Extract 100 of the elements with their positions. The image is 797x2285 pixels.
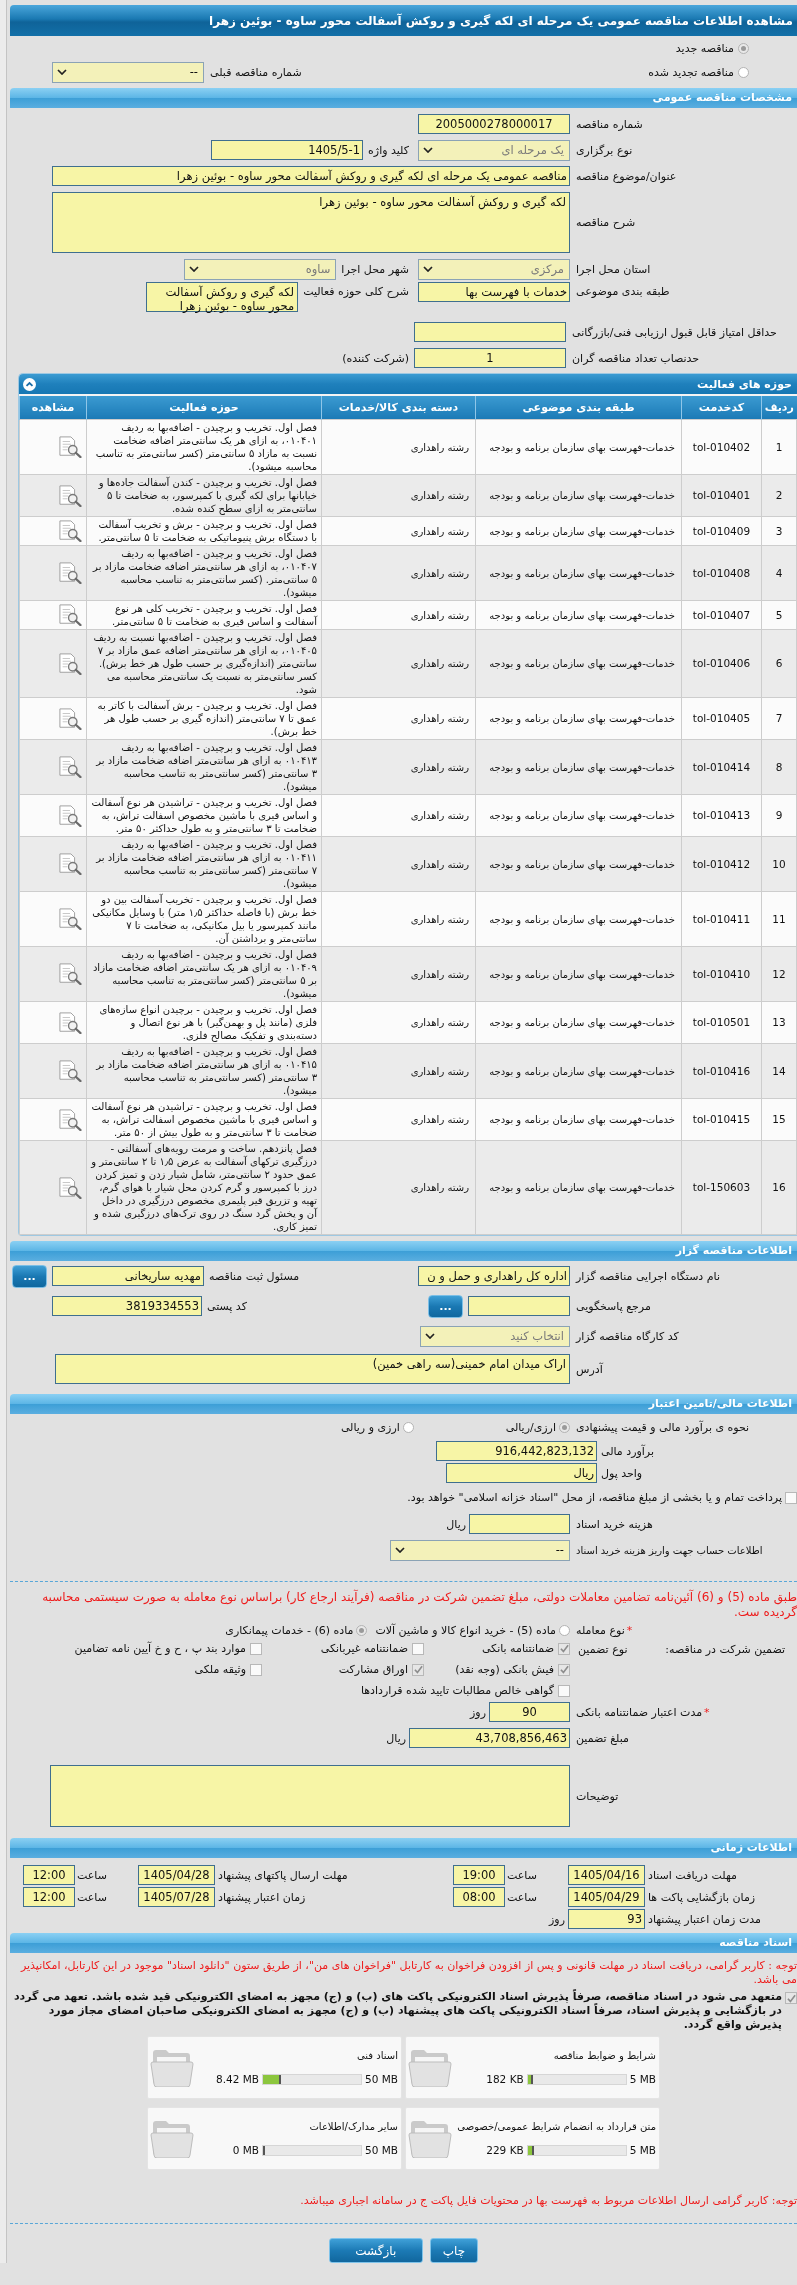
document-magnifier-icon[interactable]: [58, 520, 82, 542]
guarantee-validity-field[interactable]: 90: [489, 1702, 570, 1722]
document-magnifier-icon[interactable]: [58, 1176, 82, 1199]
service-code: tol-010408: [681, 545, 762, 601]
date-field[interactable]: 1405/07/28: [138, 1887, 215, 1907]
document-magnifier-icon[interactable]: [58, 436, 82, 458]
column-header: مشاهده: [19, 396, 87, 420]
classification-field[interactable]: خدمات با فهرست بها: [418, 282, 570, 302]
document-magnifier-icon[interactable]: [58, 604, 82, 626]
radio-button[interactable]: [559, 1421, 570, 1433]
action-button[interactable]: چاپ: [429, 2238, 479, 2263]
category-cell: رشته راهداری: [321, 516, 476, 546]
date-field[interactable]: 1405/04/28: [138, 1865, 215, 1885]
radio-button[interactable]: [738, 42, 749, 54]
document-magnifier-icon[interactable]: [58, 562, 82, 584]
document-magnifier-icon[interactable]: [58, 1108, 82, 1131]
row-number: 14: [761, 1043, 797, 1099]
keyword-field[interactable]: 1405/5-1: [211, 140, 364, 160]
time-field[interactable]: 12:00: [23, 1865, 75, 1885]
activity-cell: فصل اول. تخریب و برچیدن - برش و تخریب آسفالت با دستگاه برش پنیوماتیکی به ضخامت تا ۵ سانتی‌متر.: [86, 516, 322, 546]
notes-textarea[interactable]: [50, 1765, 570, 1827]
classification-cell: خدمات-فهرست بهای سازمان برنامه و بودجه: [475, 1043, 682, 1099]
document-magnifier-icon[interactable]: [58, 963, 82, 985]
action-button[interactable]: بازگشت: [328, 2238, 423, 2263]
radio-button[interactable]: [559, 1624, 570, 1636]
contact-reference-field[interactable]: [468, 1296, 570, 1316]
time-field[interactable]: 19:00: [453, 1865, 505, 1885]
field-label: شماره مناقصه: [576, 117, 643, 131]
category-cell: رشته راهداری: [321, 739, 476, 795]
checkbox[interactable]: [412, 1642, 424, 1655]
document-magnifier-icon[interactable]: [58, 652, 82, 675]
checkbox-label: گواهی خالص مطالبات تایید شده قراردادها: [360, 1684, 554, 1697]
category-cell: رشته راهداری: [321, 1098, 476, 1141]
guarantee-amount-field[interactable]: 43,708,856,463: [409, 1728, 570, 1748]
registrar-field[interactable]: مهدیه ساریخانی: [52, 1266, 204, 1286]
row-number: 13: [761, 1001, 797, 1044]
lookup-button[interactable]: ...: [12, 1264, 47, 1288]
document-magnifier-icon[interactable]: [58, 908, 82, 930]
column-header: کدخدمت: [681, 396, 762, 420]
agency-field[interactable]: اداره کل راهداری و حمل و ن: [418, 1266, 570, 1286]
time-field[interactable]: 12:00: [23, 1887, 75, 1907]
tender-number-field[interactable]: 2005000278000017: [418, 114, 570, 134]
date-field[interactable]: 1405/04/16: [568, 1865, 645, 1885]
activity-summary-textarea[interactable]: لکه گیری و روکش آسفالت محور ساوه - بوئین زهرا: [146, 282, 299, 312]
checkbox[interactable]: [785, 1992, 797, 2004]
document-magnifier-icon[interactable]: [58, 1060, 82, 1082]
document-magnifier-icon[interactable]: [58, 1011, 82, 1034]
checkbox[interactable]: [250, 1642, 262, 1655]
date-field[interactable]: 1405/04/29: [568, 1887, 645, 1907]
radio-label: ارزی/ریالی: [505, 1420, 556, 1434]
document-magnifier-icon[interactable]: [58, 707, 82, 730]
checkbox-label: ضمانتنامه غیربانکی: [320, 1642, 408, 1655]
estimate-field[interactable]: 916,442,823,132: [436, 1441, 597, 1461]
collapse-icon[interactable]: [23, 377, 36, 391]
field-label: زمان بازگشایی پاکت ها: [647, 1890, 757, 1904]
field-label: نوع معامله: [576, 1623, 625, 1637]
radio-button[interactable]: [402, 1421, 414, 1433]
notice-text: توجه : کاربر گرامی، دریافت اسناد در مهلت قانونی و پس از افزودن فراخوان به کارتابل "فراخوان های من"، از طریق ستون "دانلود اسناد" موجود در این کارتابل، امکانپذیر می باشد.: [19, 1959, 797, 1987]
radio-button[interactable]: [356, 1624, 368, 1636]
currency-field[interactable]: ریال: [446, 1463, 597, 1483]
document-magnifier-icon[interactable]: [58, 484, 82, 507]
document-fee-field[interactable]: [469, 1514, 570, 1534]
checkbox[interactable]: [558, 1663, 570, 1676]
field-label: استان محل اجرا: [576, 262, 651, 276]
checkbox[interactable]: [558, 1642, 570, 1655]
unit-label: (شرکت کننده): [342, 351, 409, 365]
document-magnifier-icon[interactable]: [58, 804, 82, 827]
field-label: نوع تضمین: [578, 1643, 628, 1656]
checkbox[interactable]: [785, 1491, 797, 1504]
checkbox[interactable]: [412, 1663, 424, 1676]
field-label: اطلاعات حساب جهت واریز هزینه خرید اسناد: [576, 1544, 763, 1556]
row-number: 16: [761, 1140, 797, 1235]
postal-code-field[interactable]: 3819334553: [52, 1296, 202, 1316]
field-label: شرح مناقصه: [576, 216, 636, 229]
checkbox[interactable]: [558, 1684, 570, 1697]
min-bidders-field[interactable]: 1: [414, 348, 566, 368]
radio-label: ارزی و ریالی: [340, 1420, 400, 1434]
guarantee-note: طبق ماده (5) و (6) آئین‌نامه تضامین معاملات دولتی، مبلغ تضمین شرکت در مناقصه (فرآیند ارجاع کار) براساس نوع معامله به صورت سیستمی محاسبه گردیده ست.: [41, 1590, 797, 1620]
address-textarea[interactable]: اراک میدان امام خمینی(سه راهی خمین): [55, 1354, 570, 1384]
time-field[interactable]: 08:00: [453, 1887, 505, 1907]
field-label: تضمین شرکت در مناقصه:: [665, 1643, 785, 1656]
document-magnifier-icon[interactable]: [58, 853, 82, 875]
min-score-field[interactable]: [414, 322, 566, 342]
previous-tender-dropdown[interactable]: --: [52, 61, 204, 83]
document-magnifier-icon[interactable]: [58, 756, 82, 778]
subject-field[interactable]: مناقصه عمومی یک مرحله ای لکه گیری و روکش آسفالت محور ساوه - بوئین زهرا: [52, 166, 570, 186]
radio-label: مناقصه تجدید شده: [648, 65, 734, 79]
activity-cell: فصل اول. تخریب و برچیدن - برش آسفالت با کاتر به عمق تا ۷ سانتی‌متر (اندازه گیری بر حسب طول هر خط برش).: [86, 697, 322, 740]
category-cell: رشته راهداری: [321, 1001, 476, 1044]
window-title: مشاهده اطلاعات مناقصه عمومی یک مرحله ای لکه گیری و روکش آسفالت محور ساوه - بوئین زهرا: [10, 5, 797, 36]
lookup-button[interactable]: ...: [428, 1294, 463, 1318]
account-dropdown[interactable]: --: [390, 1539, 570, 1561]
category-cell: رشته راهداری: [321, 1043, 476, 1099]
checkbox[interactable]: [250, 1663, 262, 1676]
validity-days-field[interactable]: 93: [568, 1909, 645, 1929]
classification-cell: خدمات-فهرست بهای سازمان برنامه و بودجه: [475, 891, 682, 947]
row-number: 3: [761, 516, 797, 546]
chevron-down-icon: [423, 266, 433, 272]
description-textarea[interactable]: لکه گیری و روکش آسفالت محور ساوه - بوئین زهرا: [52, 192, 570, 253]
radio-button[interactable]: [738, 66, 749, 78]
